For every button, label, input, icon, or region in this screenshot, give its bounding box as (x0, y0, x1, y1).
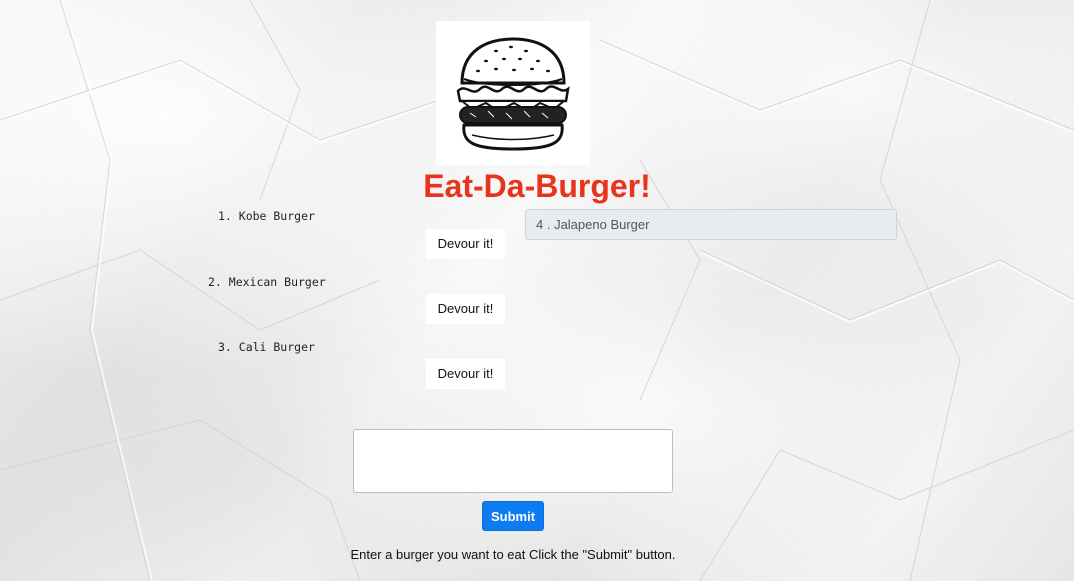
devour-button[interactable]: Devour it! (426, 229, 505, 259)
burger-item-label: 1. Kobe Burger (218, 209, 315, 223)
burger-item-label: 3. Cali Burger (218, 340, 315, 354)
submit-button[interactable]: Submit (482, 501, 544, 531)
devour-button[interactable]: Devour it! (426, 359, 505, 389)
instructions-text: Enter a burger you want to eat Click the… (350, 547, 676, 562)
devour-button[interactable]: Devour it! (426, 294, 505, 324)
devoured-burger-field: 4 . Jalapeno Burger (525, 209, 897, 240)
burger-icon (456, 37, 570, 151)
burger-item-label: 2. Mexican Burger (208, 275, 326, 289)
burger-logo (436, 21, 590, 165)
new-burger-textarea[interactable] (353, 429, 673, 493)
page-title: Eat-Da-Burger! (423, 168, 651, 204)
